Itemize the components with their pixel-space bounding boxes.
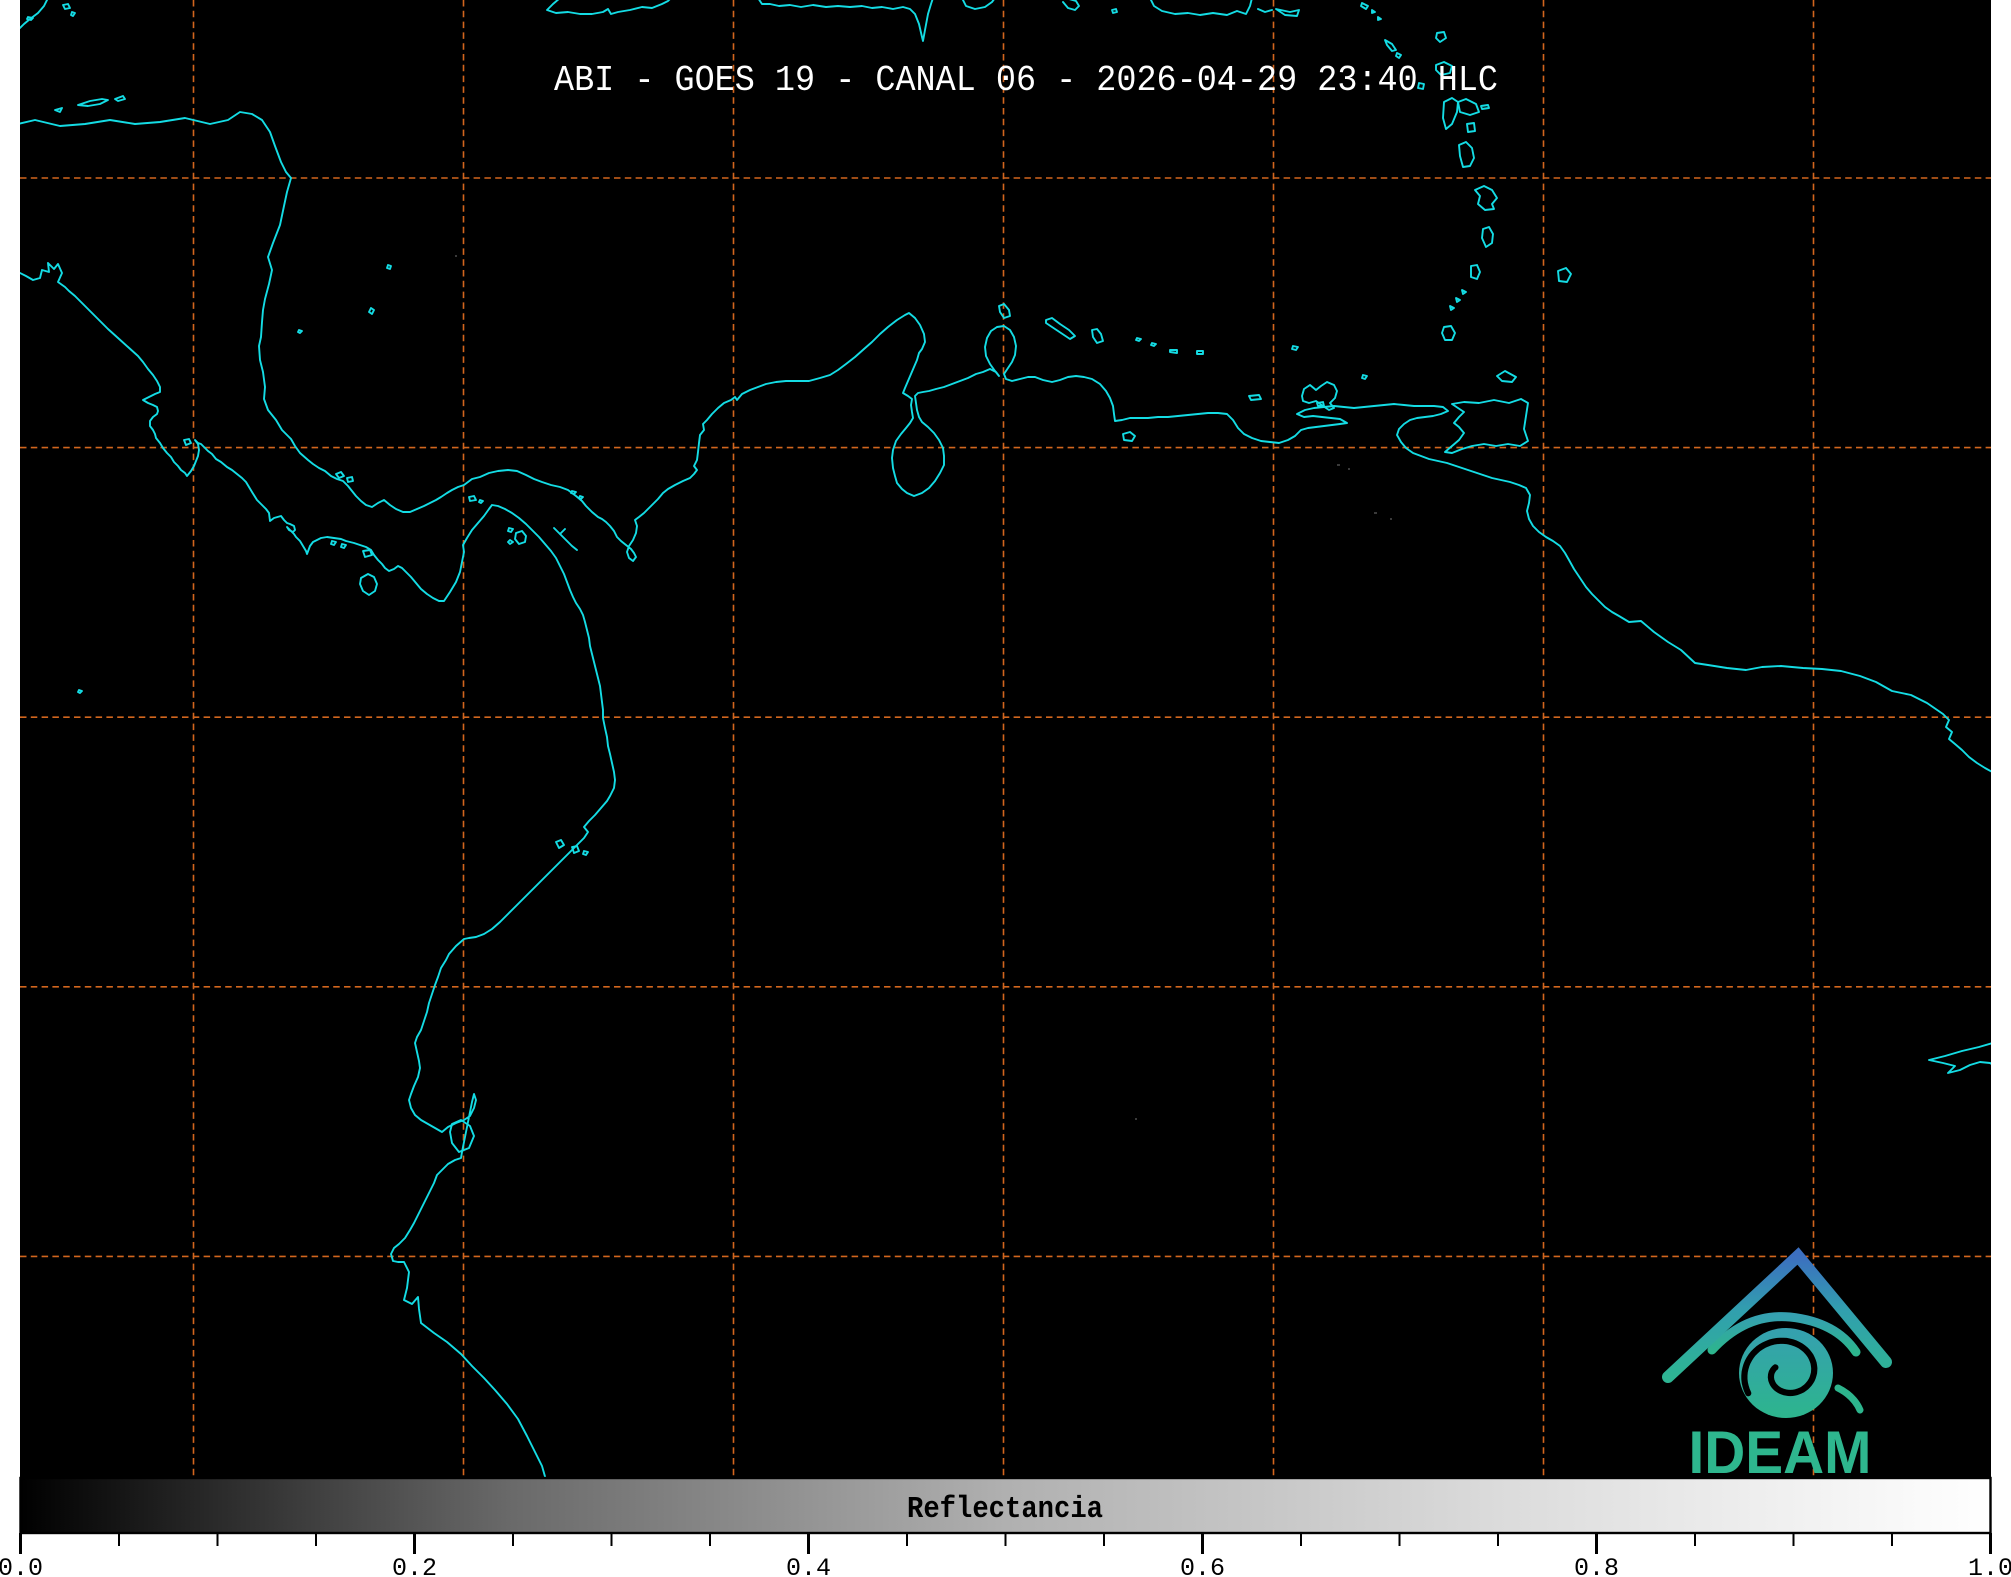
svg-text:0.8: 0.8 <box>1574 1554 1619 1577</box>
svg-text:0.0: 0.0 <box>0 1554 43 1577</box>
svg-text:0.6: 0.6 <box>1180 1554 1225 1577</box>
svg-text:ABI - GOES 19 - CANAL 06 - 202: ABI - GOES 19 - CANAL 06 - 2026-04-29 23… <box>554 60 1498 101</box>
svg-text:0.4: 0.4 <box>786 1554 831 1577</box>
svg-text:Reflectancia: Reflectancia <box>907 1492 1103 1527</box>
svg-text:IDEAM: IDEAM <box>1689 1419 1872 1486</box>
svg-text:1.0: 1.0 <box>1968 1554 2011 1577</box>
svg-text:0.2: 0.2 <box>392 1554 437 1577</box>
